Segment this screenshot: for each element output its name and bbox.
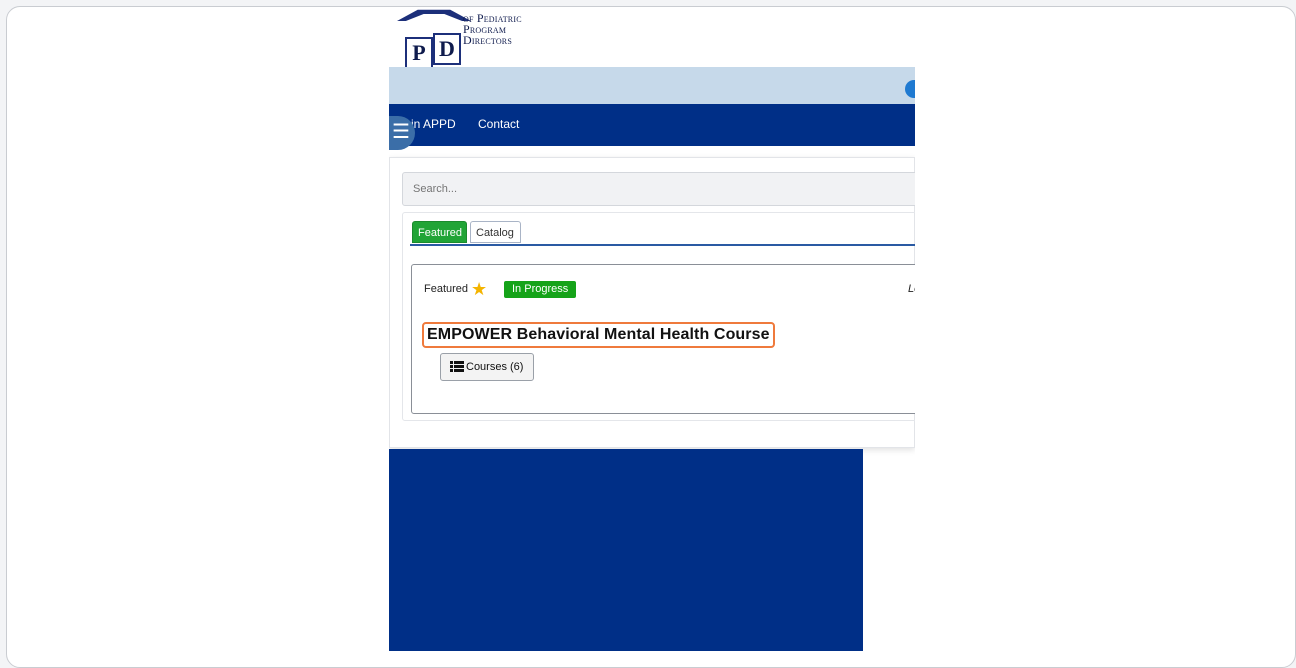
- list-icon: [450, 360, 464, 372]
- featured-label: Featured: [424, 283, 469, 295]
- account-icon[interactable]: [905, 80, 915, 98]
- tab-underline: [410, 244, 915, 246]
- tab-featured[interactable]: Featured: [412, 221, 467, 243]
- tab-catalog[interactable]: Catalog: [470, 221, 521, 243]
- course-title[interactable]: EMPOWER Behavioral Mental Health Course: [422, 322, 775, 348]
- browser-viewport: P D of Pediatric Program Directors in AP…: [389, 7, 915, 651]
- tab-panel: Featured Catalog Featured ★ In Progress …: [402, 212, 915, 421]
- courses-button[interactable]: Courses (6): [440, 353, 535, 381]
- logo-text: of Pediatric Program Directors: [463, 12, 522, 47]
- logo-letter-p: P: [405, 37, 433, 69]
- appd-logo[interactable]: P D of Pediatric Program Directors: [389, 7, 549, 69]
- logo-letter-d: D: [433, 33, 461, 65]
- page-footer: [389, 449, 863, 651]
- course-card: Featured ★ In Progress Lo EMPOWER Behavi…: [411, 264, 915, 414]
- search-input[interactable]: [402, 172, 915, 206]
- logo-text-line3: Directors: [463, 33, 512, 47]
- learning-card: Featured Catalog Featured ★ In Progress …: [389, 157, 915, 448]
- logo-cap-shape: [397, 9, 471, 21]
- status-badge: In Progress: [504, 281, 577, 298]
- course-meta-truncated: Lo: [908, 283, 915, 295]
- courses-button-label: Courses (6): [466, 361, 524, 373]
- main-nav: in APPD Contact: [389, 104, 915, 146]
- screenshot-frame: P D of Pediatric Program Directors in AP…: [6, 6, 1296, 668]
- star-icon: ★: [471, 279, 488, 299]
- nav-item-join-appd[interactable]: in APPD: [411, 117, 456, 131]
- utility-bar: [389, 67, 915, 104]
- nav-item-contact[interactable]: Contact: [478, 117, 519, 131]
